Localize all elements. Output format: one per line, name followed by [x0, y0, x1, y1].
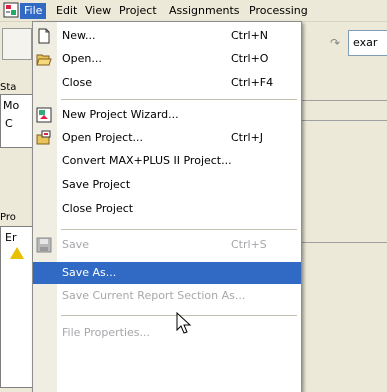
divider — [299, 100, 387, 101]
menu-processing[interactable]: Processing — [245, 3, 312, 19]
toolbar-button[interactable] — [2, 28, 32, 60]
menu-item-new-project-wizard[interactable]: New Project Wizard... — [33, 104, 301, 126]
menu-item-close[interactable]: Close Ctrl+F4 — [33, 72, 301, 94]
menu-project[interactable]: Project — [115, 3, 161, 19]
menu-item-label: Close Project — [62, 202, 134, 215]
menu-item-convert-project[interactable]: Convert MAX+PLUS II Project... — [33, 150, 301, 172]
mouse-cursor-icon — [176, 312, 192, 334]
wizard-icon — [36, 107, 52, 123]
menu-item-label: Save — [62, 238, 90, 251]
open-folder-icon — [36, 54, 52, 66]
new-file-icon — [38, 28, 50, 44]
open-project-icon — [36, 130, 51, 145]
menu-item-label: New... — [62, 29, 96, 42]
project-panel-header: Er — [5, 231, 17, 244]
divider — [299, 242, 387, 243]
redo-icon[interactable]: ↷ — [330, 36, 340, 50]
menu-item-save-project[interactable]: Save Project — [33, 174, 301, 196]
menu-item-label: File Properties... — [62, 326, 150, 339]
menu-item-open-project[interactable]: Open Project... Ctrl+J — [33, 127, 301, 149]
toolbar-combo-value: exar — [353, 36, 378, 49]
menu-item-label: Close — [62, 76, 92, 89]
menu-item-shortcut: Ctrl+F4 — [231, 76, 274, 89]
menu-item-shortcut: Ctrl+S — [231, 238, 267, 251]
status-panel: Mo C — [0, 94, 36, 148]
menu-item-close-project[interactable]: Close Project — [33, 198, 301, 220]
save-disk-icon — [36, 237, 52, 253]
project-panel-title: Pro — [0, 212, 16, 223]
app-icon[interactable] — [3, 2, 19, 18]
menu-item-label: New Project Wizard... — [62, 108, 179, 121]
menu-item-label: Open Project... — [62, 131, 144, 144]
menu-item-file-properties[interactable]: File Properties... — [33, 322, 301, 344]
menu-item-label: Open... — [62, 52, 102, 65]
status-panel-title: Sta — [0, 82, 17, 93]
menu-item-label: Convert MAX+PLUS II Project... — [62, 154, 232, 167]
menu-separator — [61, 99, 297, 100]
menu-view[interactable]: View — [81, 3, 115, 19]
status-panel-header: Mo — [3, 99, 20, 112]
status-panel-row: C — [5, 117, 13, 130]
toolbar-combo[interactable]: exar — [348, 30, 387, 56]
menu-item-new[interactable]: New... Ctrl+N — [33, 25, 301, 47]
menu-item-open[interactable]: Open... Ctrl+O — [33, 48, 301, 70]
menu-separator — [61, 229, 297, 230]
menu-item-shortcut: Ctrl+N — [231, 29, 269, 42]
menu-item-label: Save As... — [62, 266, 117, 279]
menu-item-shortcut: Ctrl+J — [231, 131, 264, 144]
menu-edit[interactable]: Edit — [52, 3, 81, 19]
divider — [299, 120, 387, 121]
menu-item-shortcut: Ctrl+O — [231, 52, 269, 65]
menu-item-save-as[interactable]: Save As... — [33, 262, 301, 284]
menu-item-save-report-section[interactable]: Save Current Report Section As... — [33, 285, 301, 307]
menu-bar: File Edit View Project Assignments Proce… — [0, 0, 387, 22]
menu-file[interactable]: File — [20, 3, 47, 19]
menu-item-label: Save Current Report Section As... — [62, 289, 246, 302]
warning-icon — [10, 247, 24, 259]
menu-item-save[interactable]: Save Ctrl+S — [33, 234, 301, 256]
menu-assignments[interactable]: Assignments — [165, 3, 244, 19]
file-menu-dropdown: New... Ctrl+N Open... Ctrl+O Close Ctrl+… — [32, 21, 302, 392]
menu-item-label: Save Project — [62, 178, 131, 191]
